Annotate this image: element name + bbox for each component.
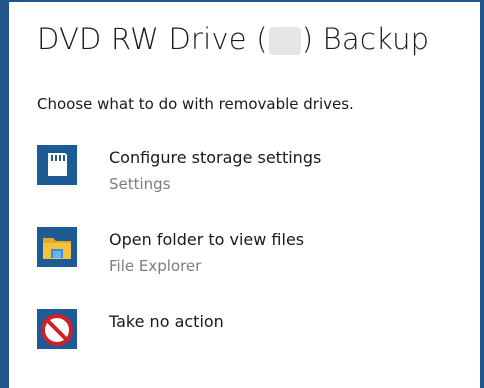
window-frame-top [0,0,484,2]
option-sublabel: File Explorer [109,257,202,275]
dialog-title: DVD RW Drive ( ) Backup [37,22,429,56]
option-label: Configure storage settings [109,148,322,167]
dialog-title-suffix: ) Backup [301,22,430,56]
folder-icon [37,227,77,267]
option-configure-storage[interactable]: Configure storage settings Settings [37,145,457,201]
redacted-drive-letter [268,27,301,55]
option-take-no-action[interactable]: Take no action [37,309,457,365]
option-label: Take no action [109,312,224,331]
dialog-prompt: Choose what to do with removable drives. [37,95,354,113]
dialog-title-prefix: DVD RW Drive ( [37,22,268,56]
option-label: Open folder to view files [109,230,305,249]
window-frame-left [0,0,9,388]
window-frame-right [480,0,484,388]
option-open-folder[interactable]: Open folder to view files File Explorer [37,227,457,283]
no-entry-icon [37,309,77,349]
option-sublabel: Settings [109,175,171,193]
sd-card-icon [37,145,77,185]
